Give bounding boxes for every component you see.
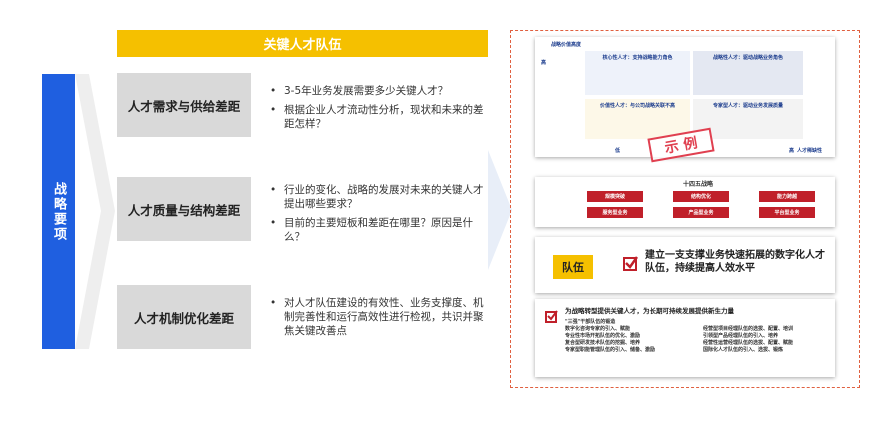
team-badge: 队伍 <box>553 255 593 279</box>
matrix-x-low: 低 <box>615 148 621 154</box>
matrix-y-high: 高 <box>541 60 547 66</box>
list-item: 数字化咨询专家的引入、赋能 <box>565 326 631 332</box>
strategy-cell: 结构优化 <box>673 191 729 202</box>
bullets-mechanism: 对人才队伍建设的有效性、业务支撑度、机制完善性和运行高效性进行检视，共识并聚焦关… <box>270 296 485 343</box>
quadrant-strategic: 战略性人才：驱动战略业务角色 <box>693 51 803 95</box>
category-quality-structure: 人才质量与结构差距 <box>117 177 251 241</box>
list-item: 复合型研发技术队伍的挖掘、培养 <box>565 340 641 346</box>
chevron-arrow-icon <box>75 74 115 349</box>
strategy-cell: 服务型业务 <box>587 207 643 218</box>
example-panel: 战略价值高度 高 核心性人才：支持战略能力角色 战略性人才：驱动战略业务角色 价… <box>510 30 860 388</box>
right-arrow-icon <box>488 150 512 270</box>
team-text: 建立一支支撑业务快速拓展的数字化人才队伍，持续提高人效水平 <box>645 250 825 274</box>
list-item: 经营性运营经理队伍的选拔、配置、赋能 <box>703 340 794 346</box>
list-item: 专家型职能管理队伍的引入、储备、激励 <box>565 347 656 353</box>
check-icon <box>623 256 638 271</box>
header-title: 关键人才队伍 <box>117 30 488 57</box>
bullet-item: 目前的主要短板和差距在哪里？原因是什么？ <box>270 216 485 244</box>
side-label: 战略要项 <box>51 181 66 242</box>
strategy-cell: 能力跨越 <box>759 191 815 202</box>
list-item: "三强"干部队伍的锻造 <box>565 319 616 325</box>
list-title: 为战略转型提供关键人才，为长期可持续发展提供新生力量 <box>565 307 734 315</box>
bullet-item: 行业的变化、战略的发展对未来的关键人才提出哪些要求？ <box>270 183 485 211</box>
bullets-demand-supply: 3-5年业务发展需要多少关键人才？ 根据企业人才流动性分析，现状和未来的差距怎样… <box>270 84 485 136</box>
bullet-item: 3-5年业务发展需要多少关键人才？ <box>270 84 485 98</box>
list-left: "三强"干部队伍的锻造 数字化咨询专家的引入、赋能 专业性市场开拓队伍的优化、激… <box>565 319 695 354</box>
strategy-key-item-bar: 战略要项 <box>42 74 75 349</box>
list-item: 国际化人才队伍的引入、选拔、锻炼 <box>703 347 784 353</box>
list-item: 经营型项目经理队伍的选拔、配置、培训 <box>703 326 794 332</box>
bullet-item: 对人才队伍建设的有效性、业务支撑度、机制完善性和运行高效性进行检视，共识并聚焦关… <box>270 296 485 338</box>
bullets-quality-structure: 行业的变化、战略的发展对未来的关键人才提出哪些要求？ 目前的主要短板和差距在哪里… <box>270 183 485 249</box>
list-item: 引领型产品经理队伍的引入、培养 <box>703 333 779 339</box>
list-item: 专业性市场开拓队伍的优化、激励 <box>565 333 641 339</box>
matrix-y-title: 战略价值高度 <box>551 42 582 48</box>
strategy-cell: 规模突破 <box>587 191 643 202</box>
talent-list-card: 为战略转型提供关键人才，为长期可持续发展提供新生力量 "三强"干部队伍的锻造 数… <box>535 299 835 377</box>
strategy-title: 十四五战略 <box>683 181 714 188</box>
list-right: 经营型项目经理队伍的选拔、配置、培训 引领型产品经理队伍的引入、培养 经营性运营… <box>703 326 833 354</box>
strategy-cell: 平台型业务 <box>759 207 815 218</box>
quadrant-core: 核心性人才：支持战略能力角色 <box>585 51 690 95</box>
category-demand-supply: 人才需求与供给差距 <box>117 73 251 137</box>
category-mechanism: 人才机制优化差距 <box>117 285 251 349</box>
team-card: 队伍 建立一支支撑业务快速拓展的数字化人才队伍，持续提高人效水平 <box>535 237 835 293</box>
strategy-cell: 产品型业务 <box>673 207 729 218</box>
strategy-card: 十四五战略 规模突破 结构优化 能力跨越 服务型业务 产品型业务 平台型业务 <box>535 177 835 227</box>
matrix-x-title: 人才稀缺性 <box>797 148 823 154</box>
matrix-x-high: 高 <box>789 148 795 154</box>
bullet-item: 根据企业人才流动性分析，现状和未来的差距怎样？ <box>270 103 485 131</box>
check-icon <box>545 310 558 323</box>
